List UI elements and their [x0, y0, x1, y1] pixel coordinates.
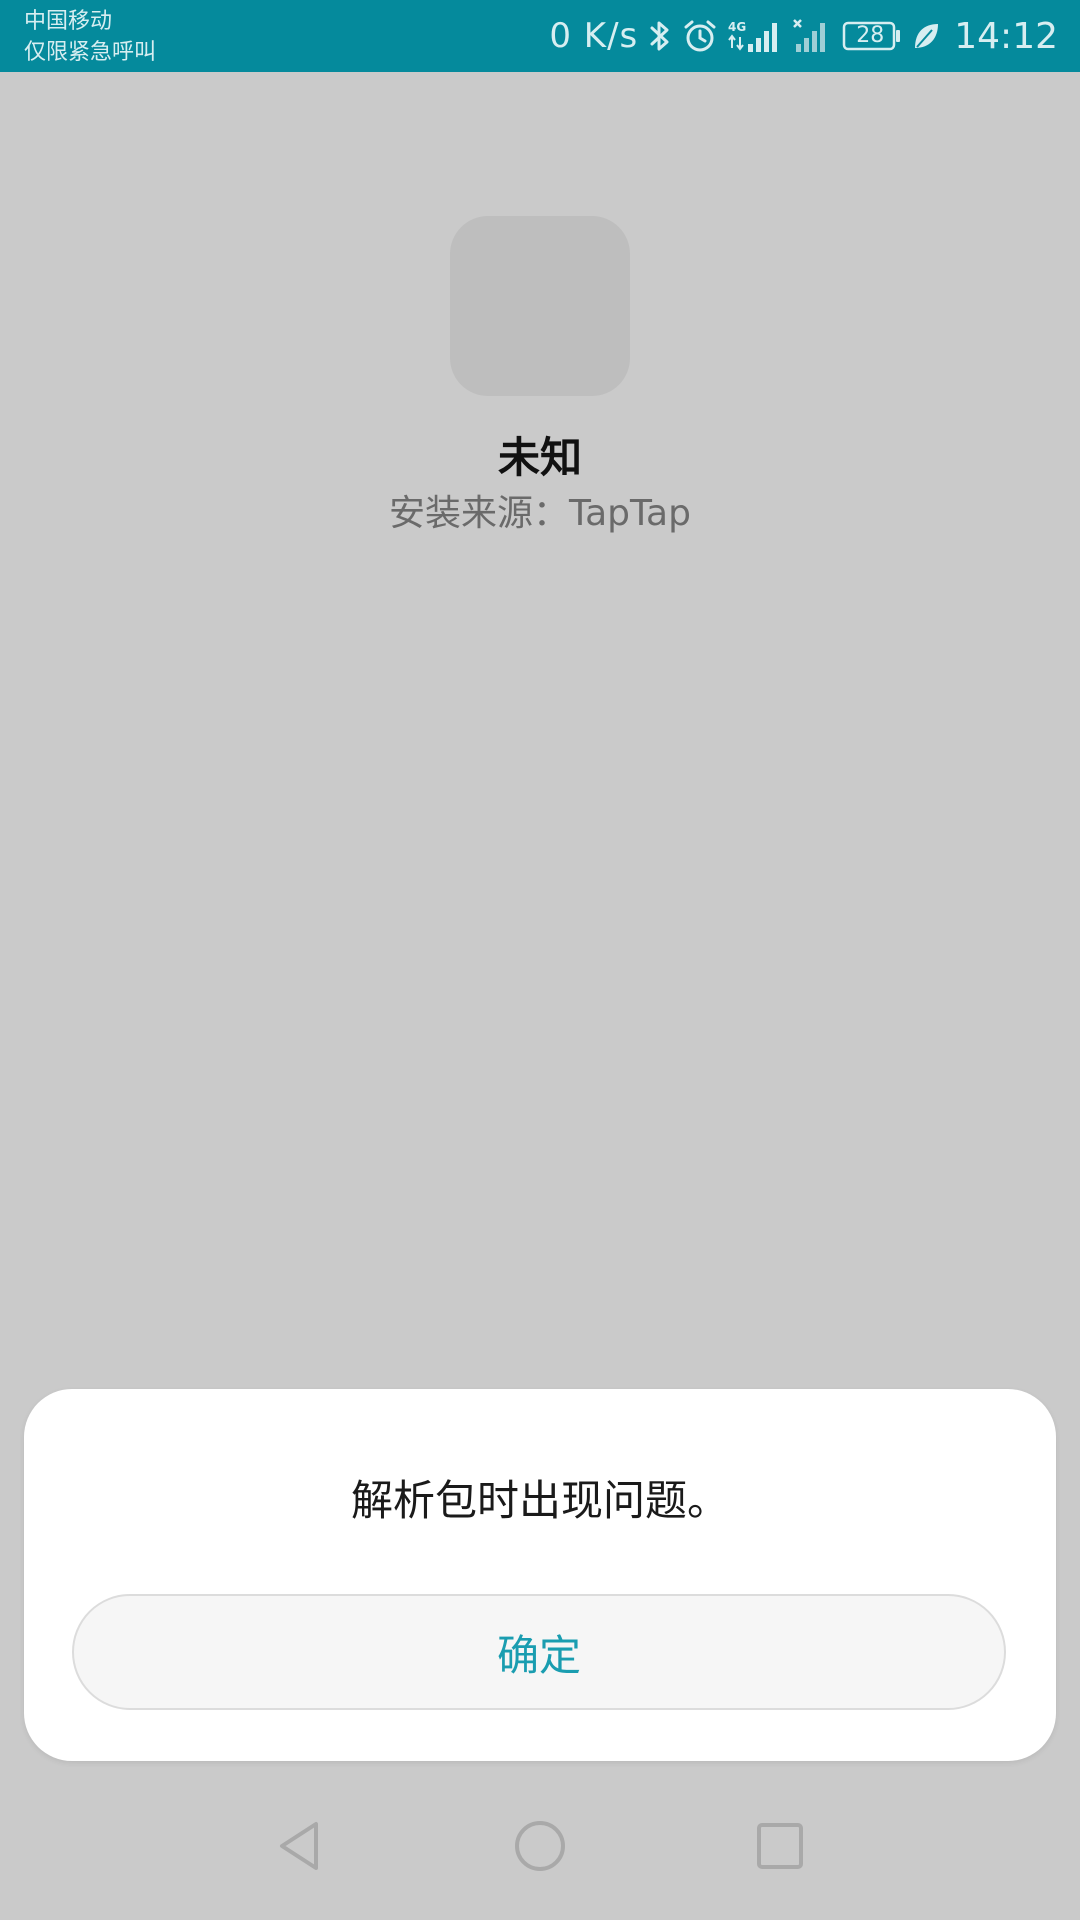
status-bar: 中国移动 仅限紧急呼叫 0 K/s 4G 28 14:12 — [0, 0, 1080, 72]
signal-4g-icon: 4G — [728, 18, 782, 54]
clock: 14:12 — [954, 15, 1058, 57]
home-button[interactable] — [500, 1806, 580, 1886]
svg-text:4G: 4G — [728, 20, 746, 34]
bluetooth-icon — [648, 18, 672, 54]
navigation-bar — [0, 1790, 1080, 1920]
back-button[interactable] — [260, 1806, 340, 1886]
carrier-status: 仅限紧急呼叫 — [24, 40, 157, 65]
carrier-name: 中国移动 — [24, 9, 113, 34]
net-speed: 0 K/s — [549, 16, 639, 56]
alarm-icon — [682, 18, 718, 54]
signal-nosim-icon — [792, 18, 832, 54]
battery-level: 28 — [856, 23, 885, 48]
app-name: 未知 — [497, 433, 582, 482]
leaf-icon — [912, 20, 940, 52]
error-dialog: 解析包时出现问题。 确定 — [24, 1389, 1056, 1761]
install-source: 安装来源：TapTap — [389, 493, 691, 534]
dialog-message: 解析包时出现问题。 — [350, 1476, 729, 1525]
back-icon — [280, 1822, 318, 1870]
recents-icon — [757, 1823, 803, 1869]
status-icons: 0 K/s 4G 28 14:12 — [549, 0, 1058, 72]
confirm-button[interactable]: 确定 — [72, 1594, 1006, 1710]
home-icon — [515, 1821, 565, 1871]
recents-button[interactable] — [740, 1806, 820, 1886]
battery-icon: 28 — [842, 20, 902, 52]
app-icon-placeholder — [450, 216, 630, 396]
carrier-info: 中国移动 仅限紧急呼叫 — [24, 6, 156, 68]
